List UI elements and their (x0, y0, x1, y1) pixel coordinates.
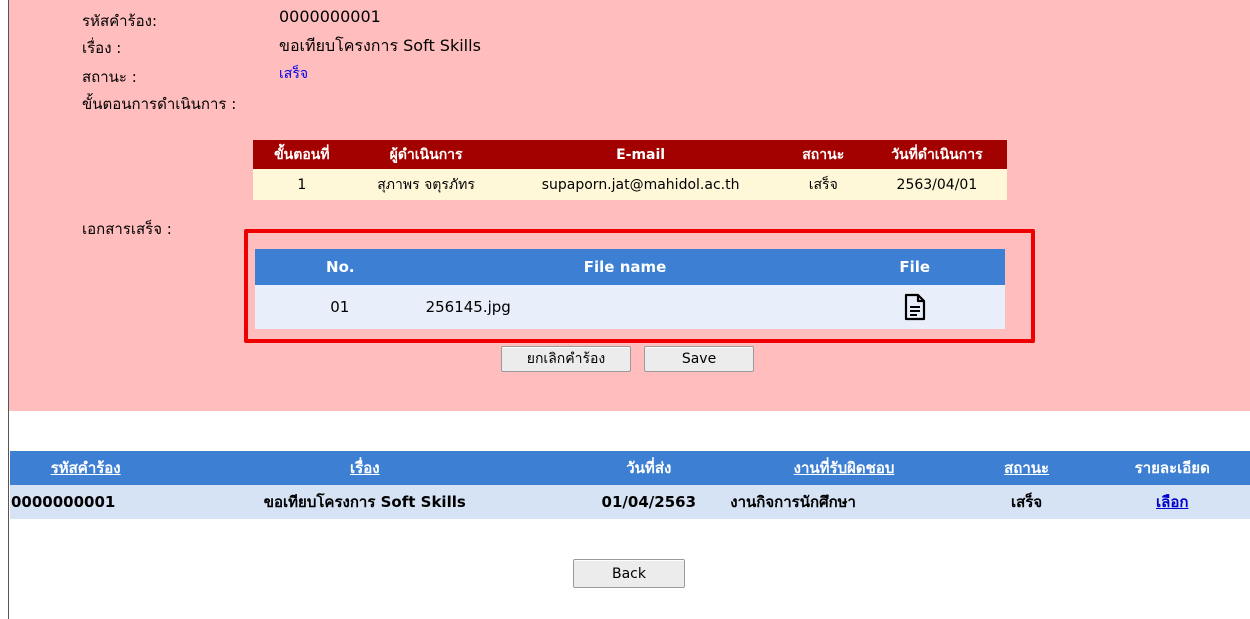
docs-col-no: No. (255, 249, 426, 285)
steps-col-operator: ผู้ดำเนินการ (350, 140, 502, 169)
status-label: สถานะ : (82, 68, 137, 86)
row-subject: ขอเทียบโครงการ Soft Skills (161, 485, 569, 519)
row-detail-cell: เลือก (1094, 485, 1250, 519)
request-code-label: รหัสคำร้อง: (82, 12, 157, 30)
steps-table: ขั้นตอนที่ ผู้ดำเนินการ E-mail สถานะ วัน… (253, 140, 1007, 200)
list-col-subject: เรื่อง (161, 451, 569, 485)
step-operator: สุภาพร จตุรภัทร (350, 169, 502, 200)
step-status: เสร็จ (779, 169, 867, 200)
sort-status-link[interactable]: สถานะ (1004, 459, 1049, 477)
table-row: 0000000001 ขอเทียบโครงการ Soft Skills 01… (10, 485, 1250, 519)
steps-col-step: ขั้นตอนที่ (253, 140, 351, 169)
list-col-detail: รายละเอียด (1094, 451, 1250, 485)
sort-subject-link[interactable]: เรื่อง (350, 459, 380, 477)
sort-responsible-link[interactable]: งานที่รับผิดชอบ (794, 459, 895, 477)
list-header-row: รหัสคำร้อง เรื่อง วันที่ส่ง งานที่รับผิด… (10, 451, 1250, 485)
docs-label: เอกสารเสร็จ : (82, 220, 172, 238)
list-col-code: รหัสคำร้อง (10, 451, 162, 485)
list-col-status: สถานะ (958, 451, 1095, 485)
step-number: 1 (253, 169, 351, 200)
docs-col-file: File (824, 249, 1005, 285)
list-col-date: วันที่ส่ง (568, 451, 730, 485)
docs-header-row: No. File name File (255, 249, 1005, 285)
back-button[interactable]: Back (573, 559, 685, 588)
status-value: เสร็จ (279, 66, 309, 82)
steps-col-date: วันที่ดำเนินการ (866, 140, 1007, 169)
request-list-table: รหัสคำร้อง เรื่อง วันที่ส่ง งานที่รับผิด… (10, 451, 1250, 519)
docs-row: 01 256145.jpg (255, 285, 1005, 329)
sort-code-link[interactable]: รหัสคำร้อง (51, 459, 121, 477)
list-col-responsible: งานที่รับผิดชอบ (729, 451, 959, 485)
document-icon[interactable] (903, 293, 927, 321)
steps-label: ขั้นตอนการดำเนินการ : (82, 95, 237, 113)
steps-header-row: ขั้นตอนที่ ผู้ดำเนินการ E-mail สถานะ วัน… (253, 140, 1007, 169)
subject-value: ขอเทียบโครงการ Soft Skills (279, 36, 481, 55)
steps-row: 1 สุภาพร จตุรภัทร supaporn.jat@mahidol.a… (253, 169, 1007, 200)
request-code-value: 0000000001 (279, 7, 381, 26)
subject-label: เรื่อง : (82, 39, 122, 57)
row-code: 0000000001 (10, 485, 162, 519)
cancel-request-button[interactable]: ยกเลิกคำร้อง (501, 346, 631, 372)
doc-number: 01 (255, 285, 426, 329)
step-date: 2563/04/01 (866, 169, 1007, 200)
row-date: 01/04/2563 (568, 485, 730, 519)
docs-col-filename: File name (425, 249, 825, 285)
doc-file-cell (824, 285, 1005, 329)
steps-col-email: E-mail (501, 140, 780, 169)
step-email: supaporn.jat@mahidol.ac.th (501, 169, 780, 200)
save-button[interactable]: Save (644, 346, 754, 372)
row-responsible: งานกิจการนักศึกษา (729, 485, 959, 519)
steps-col-status: สถานะ (779, 140, 867, 169)
documents-table: No. File name File 01 256145.jpg (255, 249, 1005, 329)
row-status: เสร็จ (958, 485, 1095, 519)
select-detail-link[interactable]: เลือก (1156, 493, 1188, 511)
doc-filename: 256145.jpg (425, 285, 825, 329)
